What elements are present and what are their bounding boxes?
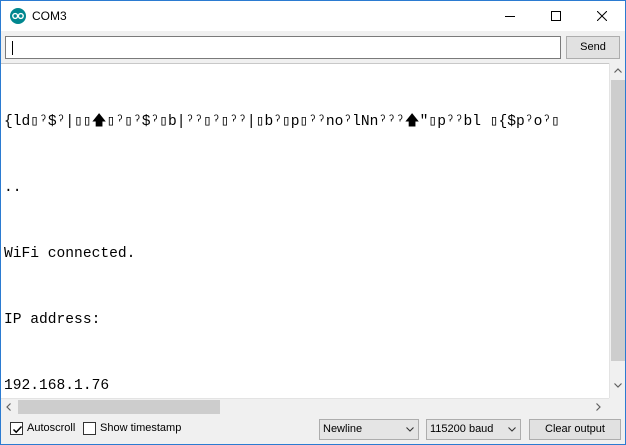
output-line: 192.168.1.76 — [4, 378, 110, 394]
title-bar[interactable]: COM3 — [1, 1, 625, 31]
line-ending-select[interactable]: Newline — [319, 419, 419, 440]
horizontal-scroll-thumb[interactable] — [18, 400, 220, 414]
baud-rate-select[interactable]: 115200 baud — [426, 419, 521, 440]
arduino-icon — [10, 8, 26, 24]
chevron-down-icon — [508, 427, 516, 432]
output-line: IP address: — [4, 312, 101, 328]
text-caret — [12, 41, 13, 55]
output-text: {ld▯ˀ$ˀ|▯▯🡅▯ˀ▯ˀ$ˀ▯b|ˀˀ▯ˀ▯ˀˀ|▯bˀ▯p▯ˀˀnoˀl… — [4, 67, 560, 398]
close-icon — [597, 11, 607, 21]
vertical-scrollbar[interactable] — [609, 63, 625, 398]
minimize-button[interactable] — [487, 1, 533, 31]
serial-monitor-window: COM3 Send {ld▯ˀ$ˀ|▯▯🡅▯ˀ▯ˀ$ˀ▯b|ˀˀ▯ˀ▯ˀˀ|▯b… — [0, 0, 626, 445]
maximize-button[interactable] — [533, 1, 579, 31]
scroll-left-icon[interactable] — [6, 403, 11, 411]
chevron-down-icon — [406, 427, 414, 432]
clear-output-button[interactable]: Clear output — [529, 419, 621, 440]
send-button[interactable]: Send — [566, 36, 620, 59]
serial-output[interactable]: {ld▯ˀ$ˀ|▯▯🡅▯ˀ▯ˀ$ˀ▯b|ˀˀ▯ˀ▯ˀˀ|▯bˀ▯p▯ˀˀnoˀl… — [1, 63, 609, 398]
baud-rate-value: 115200 baud — [430, 423, 494, 435]
horizontal-scrollbar[interactable] — [1, 398, 609, 414]
minimize-icon — [505, 16, 515, 17]
close-button[interactable] — [579, 1, 625, 31]
send-input[interactable] — [5, 36, 561, 59]
checkbox-box[interactable] — [83, 422, 96, 435]
checkbox-box[interactable] — [10, 422, 23, 435]
scrollbar-corner — [609, 398, 625, 414]
checkmark-icon — [12, 425, 23, 434]
scroll-up-icon[interactable] — [614, 68, 622, 73]
send-row: Send — [1, 31, 625, 63]
maximize-icon — [551, 11, 561, 21]
output-line: .. — [4, 180, 22, 196]
scroll-down-icon[interactable] — [614, 383, 622, 388]
window-title: COM3 — [32, 9, 67, 23]
output-line: {ld▯ˀ$ˀ|▯▯🡅▯ˀ▯ˀ$ˀ▯b|ˀˀ▯ˀ▯ˀˀ|▯bˀ▯p▯ˀˀnoˀl… — [4, 114, 560, 130]
output-line: WiFi connected. — [4, 246, 136, 262]
bottom-toolbar: Autoscroll Show timestamp Newline 115200… — [1, 414, 625, 444]
vertical-scroll-thumb[interactable] — [611, 80, 625, 361]
autoscroll-label: Autoscroll — [27, 422, 76, 434]
scroll-right-icon[interactable] — [596, 403, 601, 411]
show-timestamp-label: Show timestamp — [100, 422, 182, 434]
line-ending-value: Newline — [323, 423, 363, 435]
